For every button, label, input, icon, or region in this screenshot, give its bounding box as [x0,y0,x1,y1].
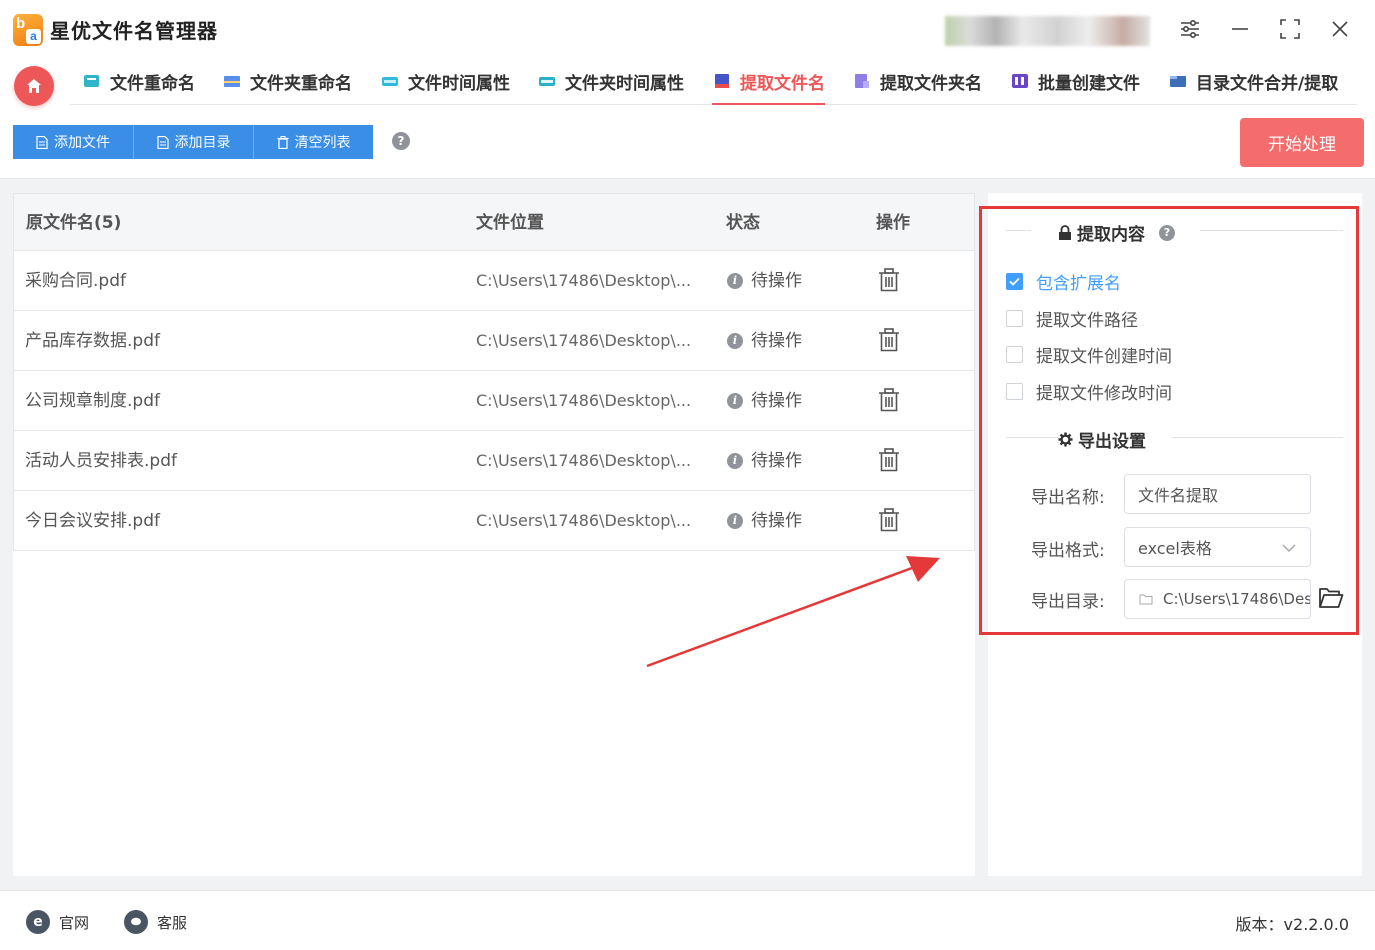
info-icon: i [727,273,743,289]
batch-create-icon [1012,74,1028,88]
file-name: 今日会议安排.pdf [25,511,160,531]
table-row[interactable]: 活动人员安排表.pdf C:\Users\17486\Desktop\... i… [13,431,975,491]
table-header: 原文件名(5) 文件位置 状态 操作 [13,193,975,251]
tab-label: 提取文件夹名 [880,73,982,94]
tab-file-rename[interactable]: 文件重命名 [82,58,195,104]
delete-trash-icon[interactable] [878,448,900,472]
extract-foldername-icon [855,74,869,88]
tab-label: 文件重命名 [110,73,195,94]
help-icon[interactable]: ? [392,132,410,150]
folder-time-icon [539,77,555,86]
tab-label: 批量创建文件 [1038,73,1140,94]
add-directory-button[interactable]: 添加目录 [133,125,253,159]
file-location: C:\Users\17486\Desktop\... [476,271,692,290]
status-text: 待操作 [751,451,802,471]
column-header-location: 文件位置 [476,213,544,233]
info-icon: i [727,513,743,529]
tab-file-time[interactable]: 文件时间属性 [380,58,510,104]
service-label: 客服 [157,913,188,932]
tab-label: 提取文件名 [740,73,825,94]
trash-icon [277,135,288,149]
status-bar: e 官网 客服 版本：v2.2.0.0 [0,890,1375,950]
add-file-button[interactable]: 添加文件 [13,125,133,159]
file-status: i 待操作 [727,251,802,311]
tab-folder-time[interactable]: 文件夹时间属性 [537,58,684,104]
column-header-name: 原文件名(5) [26,213,122,233]
document-icon [156,135,169,149]
add-directory-label: 添加目录 [174,135,231,151]
tab-folder-rename[interactable]: 文件夹重命名 [222,58,352,104]
column-header-action: 操作 [876,213,910,233]
chat-bubble-icon [124,910,148,934]
file-name: 活动人员安排表.pdf [25,451,177,471]
tab-label: 目录文件合并/提取 [1196,73,1339,94]
file-status: i 待操作 [727,311,802,371]
user-account-avatar[interactable] [945,16,1150,46]
tab-label: 文件时间属性 [408,73,510,94]
minimize-icon[interactable] [1225,14,1255,44]
file-name: 产品库存数据.pdf [25,331,160,351]
file-status: i 待操作 [727,371,802,431]
file-time-icon [382,77,398,86]
tab-label: 文件夹重命名 [250,73,352,94]
file-location: C:\Users\17486\Desktop\... [476,331,692,350]
website-link[interactable]: e 官网 [26,910,89,934]
close-icon[interactable] [1325,14,1355,44]
status-text: 待操作 [751,511,802,531]
file-location: C:\Users\17486\Desktop\... [476,511,692,530]
info-icon: i [727,333,743,349]
title-bar: ba 星优文件名管理器 [0,0,1375,58]
toolbar: 添加文件 添加目录 清空列表 ? 开始处理 [0,113,1375,179]
delete-trash-icon[interactable] [878,268,900,292]
tab-dir-merge-extract[interactable]: 目录文件合并/提取 [1168,58,1338,104]
start-processing-button[interactable]: 开始处理 [1240,118,1364,167]
extract-filename-icon [715,74,729,88]
feature-tabs-bar: 文件重命名 文件夹重命名 文件时间属性 文件夹时间属性 提取文件名 提取文件夹名… [0,58,1375,113]
home-icon [27,79,41,93]
document-icon [36,135,48,149]
file-name: 采购合同.pdf [25,271,126,291]
tab-batch-create[interactable]: 批量创建文件 [1010,58,1140,104]
info-icon: i [727,393,743,409]
tab-label: 文件夹时间属性 [565,73,684,94]
app-logo-icon: ba [13,14,43,46]
delete-trash-icon[interactable] [878,388,900,412]
highlight-annotation-box [979,206,1359,635]
folder-rename-icon [224,76,240,87]
tab-extract-filename[interactable]: 提取文件名 [712,58,825,105]
table-row[interactable]: 公司规章制度.pdf C:\Users\17486\Desktop\... i待… [13,371,975,431]
file-rename-icon [84,75,99,87]
file-status: i 待操作 [727,491,802,551]
maximize-icon[interactable] [1275,14,1305,44]
table-row[interactable]: 采购合同.pdf C:\Users\17486\Desktop\... i 待操作 [13,251,975,311]
file-location: C:\Users\17486\Desktop\... [476,451,692,470]
clear-list-label: 清空列表 [294,135,351,151]
delete-trash-icon[interactable] [878,328,900,352]
status-text: 待操作 [751,271,802,291]
status-text: 待操作 [751,331,802,351]
tab-extract-foldername[interactable]: 提取文件夹名 [852,58,982,104]
website-label: 官网 [59,913,90,932]
add-file-label: 添加文件 [54,135,110,151]
settings-sliders-icon[interactable] [1175,14,1205,44]
home-button[interactable] [14,66,54,106]
app-title: 星优文件名管理器 [50,19,218,43]
table-row[interactable]: 产品库存数据.pdf C:\Users\17486\Desktop\... i待… [13,311,975,371]
file-name: 公司规章制度.pdf [25,391,160,411]
file-list-panel: 原文件名(5) 文件位置 状态 操作 采购合同.pdf C:\Users\174… [13,193,975,876]
delete-trash-icon[interactable] [878,508,900,532]
table-row[interactable]: 今日会议安排.pdf C:\Users\17486\Desktop\... i待… [13,491,975,551]
column-header-status: 状态 [726,213,760,233]
info-icon: i [727,453,743,469]
clear-list-button[interactable]: 清空列表 [253,125,373,159]
version-text: 版本：v2.2.0.0 [1235,915,1349,934]
dir-merge-icon [1170,76,1186,87]
customer-service-link[interactable]: 客服 [124,910,187,934]
browser-e-icon: e [26,910,50,934]
status-text: 待操作 [751,391,802,411]
file-location: C:\Users\17486\Desktop\... [476,391,692,410]
file-status: i 待操作 [727,431,802,491]
